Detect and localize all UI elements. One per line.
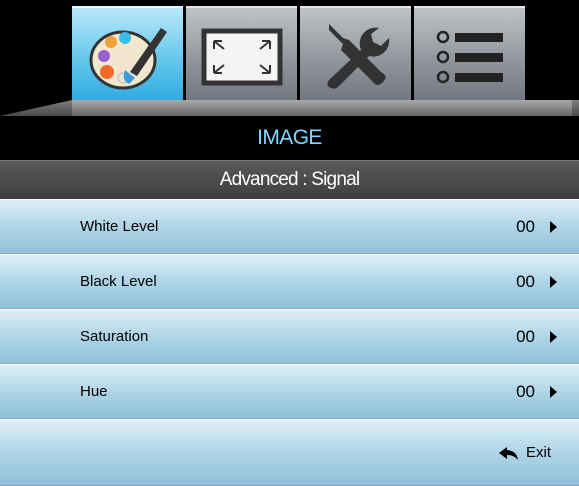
setting-label: Saturation bbox=[80, 328, 149, 345]
tab-setup[interactable] bbox=[300, 6, 411, 106]
row-exit[interactable]: Exit bbox=[0, 419, 579, 486]
tab-display[interactable] bbox=[186, 6, 297, 106]
resize-screen-icon bbox=[200, 27, 284, 87]
menu-title: IMAGE bbox=[0, 116, 579, 160]
setting-value: 00 bbox=[516, 271, 535, 291]
row-saturation[interactable]: Saturation 00 bbox=[0, 309, 579, 364]
row-white-level[interactable]: White Level 00 bbox=[0, 199, 579, 254]
submenu-title: Advanced : Signal bbox=[0, 160, 579, 200]
tab-bar bbox=[72, 6, 525, 106]
exit-label: Exit bbox=[525, 444, 551, 461]
row-black-level[interactable]: Black Level 00 bbox=[0, 254, 579, 309]
arrow-right-icon[interactable] bbox=[550, 385, 557, 398]
arrow-right-icon[interactable] bbox=[550, 275, 557, 288]
exit-button[interactable]: Exit bbox=[498, 420, 551, 485]
osd-menu: IMAGE Advanced : Signal White Level 00 B… bbox=[0, 0, 579, 486]
setting-label: Black Level bbox=[80, 273, 157, 290]
bevel-band-highlight bbox=[72, 100, 572, 116]
row-hue[interactable]: Hue 00 bbox=[0, 364, 579, 419]
tab-image[interactable] bbox=[72, 6, 183, 106]
palette-icon bbox=[85, 20, 171, 94]
setting-label: White Level bbox=[80, 218, 159, 235]
setting-label: Hue bbox=[80, 383, 108, 400]
setting-value: 00 bbox=[516, 381, 535, 401]
bevel-corner bbox=[0, 100, 72, 116]
arrow-right-icon[interactable] bbox=[550, 220, 557, 233]
arrow-right-icon[interactable] bbox=[550, 330, 557, 343]
tab-options[interactable] bbox=[414, 6, 525, 106]
setting-value: 00 bbox=[516, 326, 535, 346]
return-arrow-icon bbox=[498, 445, 520, 461]
setting-value: 00 bbox=[516, 216, 535, 236]
tools-icon bbox=[319, 22, 393, 92]
list-icon bbox=[435, 29, 505, 85]
settings-list: White Level 00 Black Level 00 Saturation… bbox=[0, 199, 579, 486]
